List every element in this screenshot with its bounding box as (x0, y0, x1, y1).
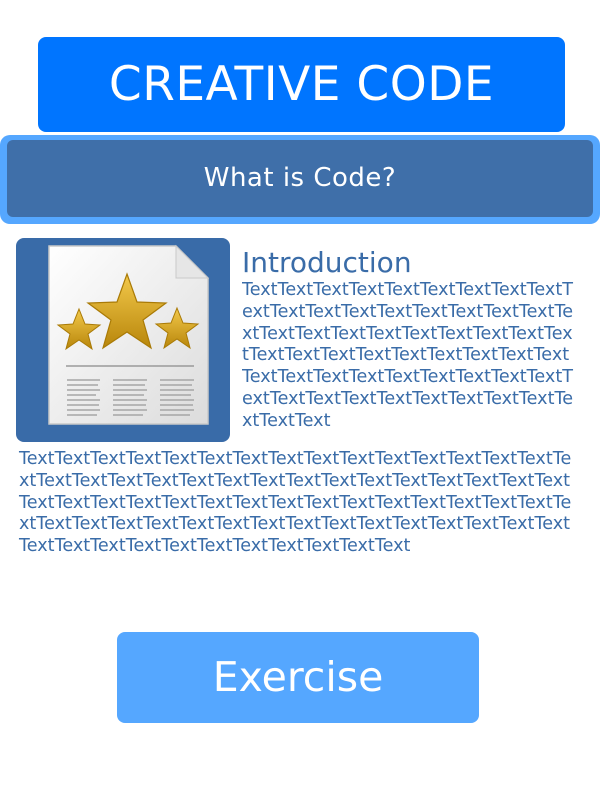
intro-body: TextTextTextTextTextTextTextTextTextText… (19, 449, 575, 558)
exercise-button[interactable]: Exercise (117, 632, 479, 723)
document-stars-icon (48, 244, 210, 425)
intro-text-column: TextTextTextTextTextTextTextTextTextText… (242, 280, 578, 443)
what-is-code-button[interactable]: What is Code? (7, 140, 593, 217)
page: CREATIVE CODE What is Code? Introduction… (0, 0, 600, 800)
section-heading: Introduction (242, 246, 412, 279)
intro-side-text: TextTextTextTextTextTextTextTextTextText… (242, 280, 574, 431)
nav-bar: What is Code? (0, 135, 600, 224)
intro-image (16, 238, 230, 442)
intro-body-text: TextTextTextTextTextTextTextTextTextText… (19, 449, 572, 557)
page-title: CREATIVE CODE (38, 37, 565, 132)
